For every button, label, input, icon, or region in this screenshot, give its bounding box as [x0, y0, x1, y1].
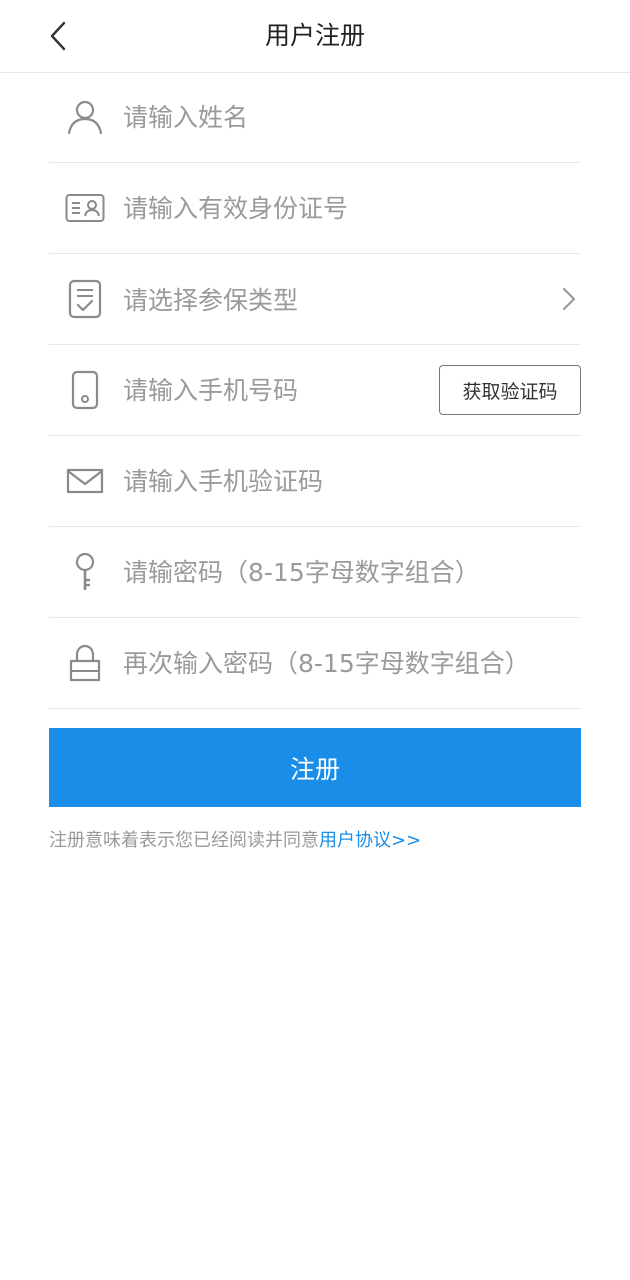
page-title: 用户注册 — [264, 21, 365, 50]
registration-form: 请选择参保类型 获取验证码 — [49, 72, 581, 709]
register-button[interactable]: 注册 — [49, 728, 581, 807]
user-agreement-link[interactable]: 用户协议>> — [319, 830, 421, 851]
user-icon — [63, 95, 107, 139]
phone-row: 获取验证码 — [49, 345, 581, 436]
id-card-icon — [63, 186, 107, 230]
name-input[interactable] — [123, 95, 573, 139]
agreement-notice: 注册意味着表示您已经阅读并同意用户协议>> — [49, 826, 421, 852]
password-row — [49, 527, 581, 618]
confirm-password-input[interactable] — [123, 641, 573, 685]
envelope-icon — [63, 459, 107, 503]
id-row — [49, 163, 581, 254]
back-button[interactable] — [36, 14, 80, 58]
verification-code-input[interactable] — [123, 459, 573, 503]
document-check-icon — [63, 277, 107, 321]
chevron-left-icon — [50, 21, 66, 51]
lock-icon — [63, 641, 107, 685]
insurance-type-select[interactable]: 请选择参保类型 — [123, 281, 523, 317]
password-input[interactable] — [123, 550, 573, 594]
app-header: 用户注册 — [0, 0, 630, 73]
phone-input[interactable] — [123, 368, 403, 412]
id-number-input[interactable] — [123, 186, 573, 230]
key-icon — [63, 550, 107, 594]
get-code-button[interactable]: 获取验证码 — [439, 365, 581, 415]
phone-icon — [63, 368, 107, 412]
name-row — [49, 72, 581, 163]
confirm-password-row — [49, 618, 581, 709]
insurance-type-row[interactable]: 请选择参保类型 — [49, 254, 581, 345]
code-row — [49, 436, 581, 527]
chevron-right-icon — [557, 284, 581, 314]
agreement-text: 注册意味着表示您已经阅读并同意 — [49, 830, 319, 851]
